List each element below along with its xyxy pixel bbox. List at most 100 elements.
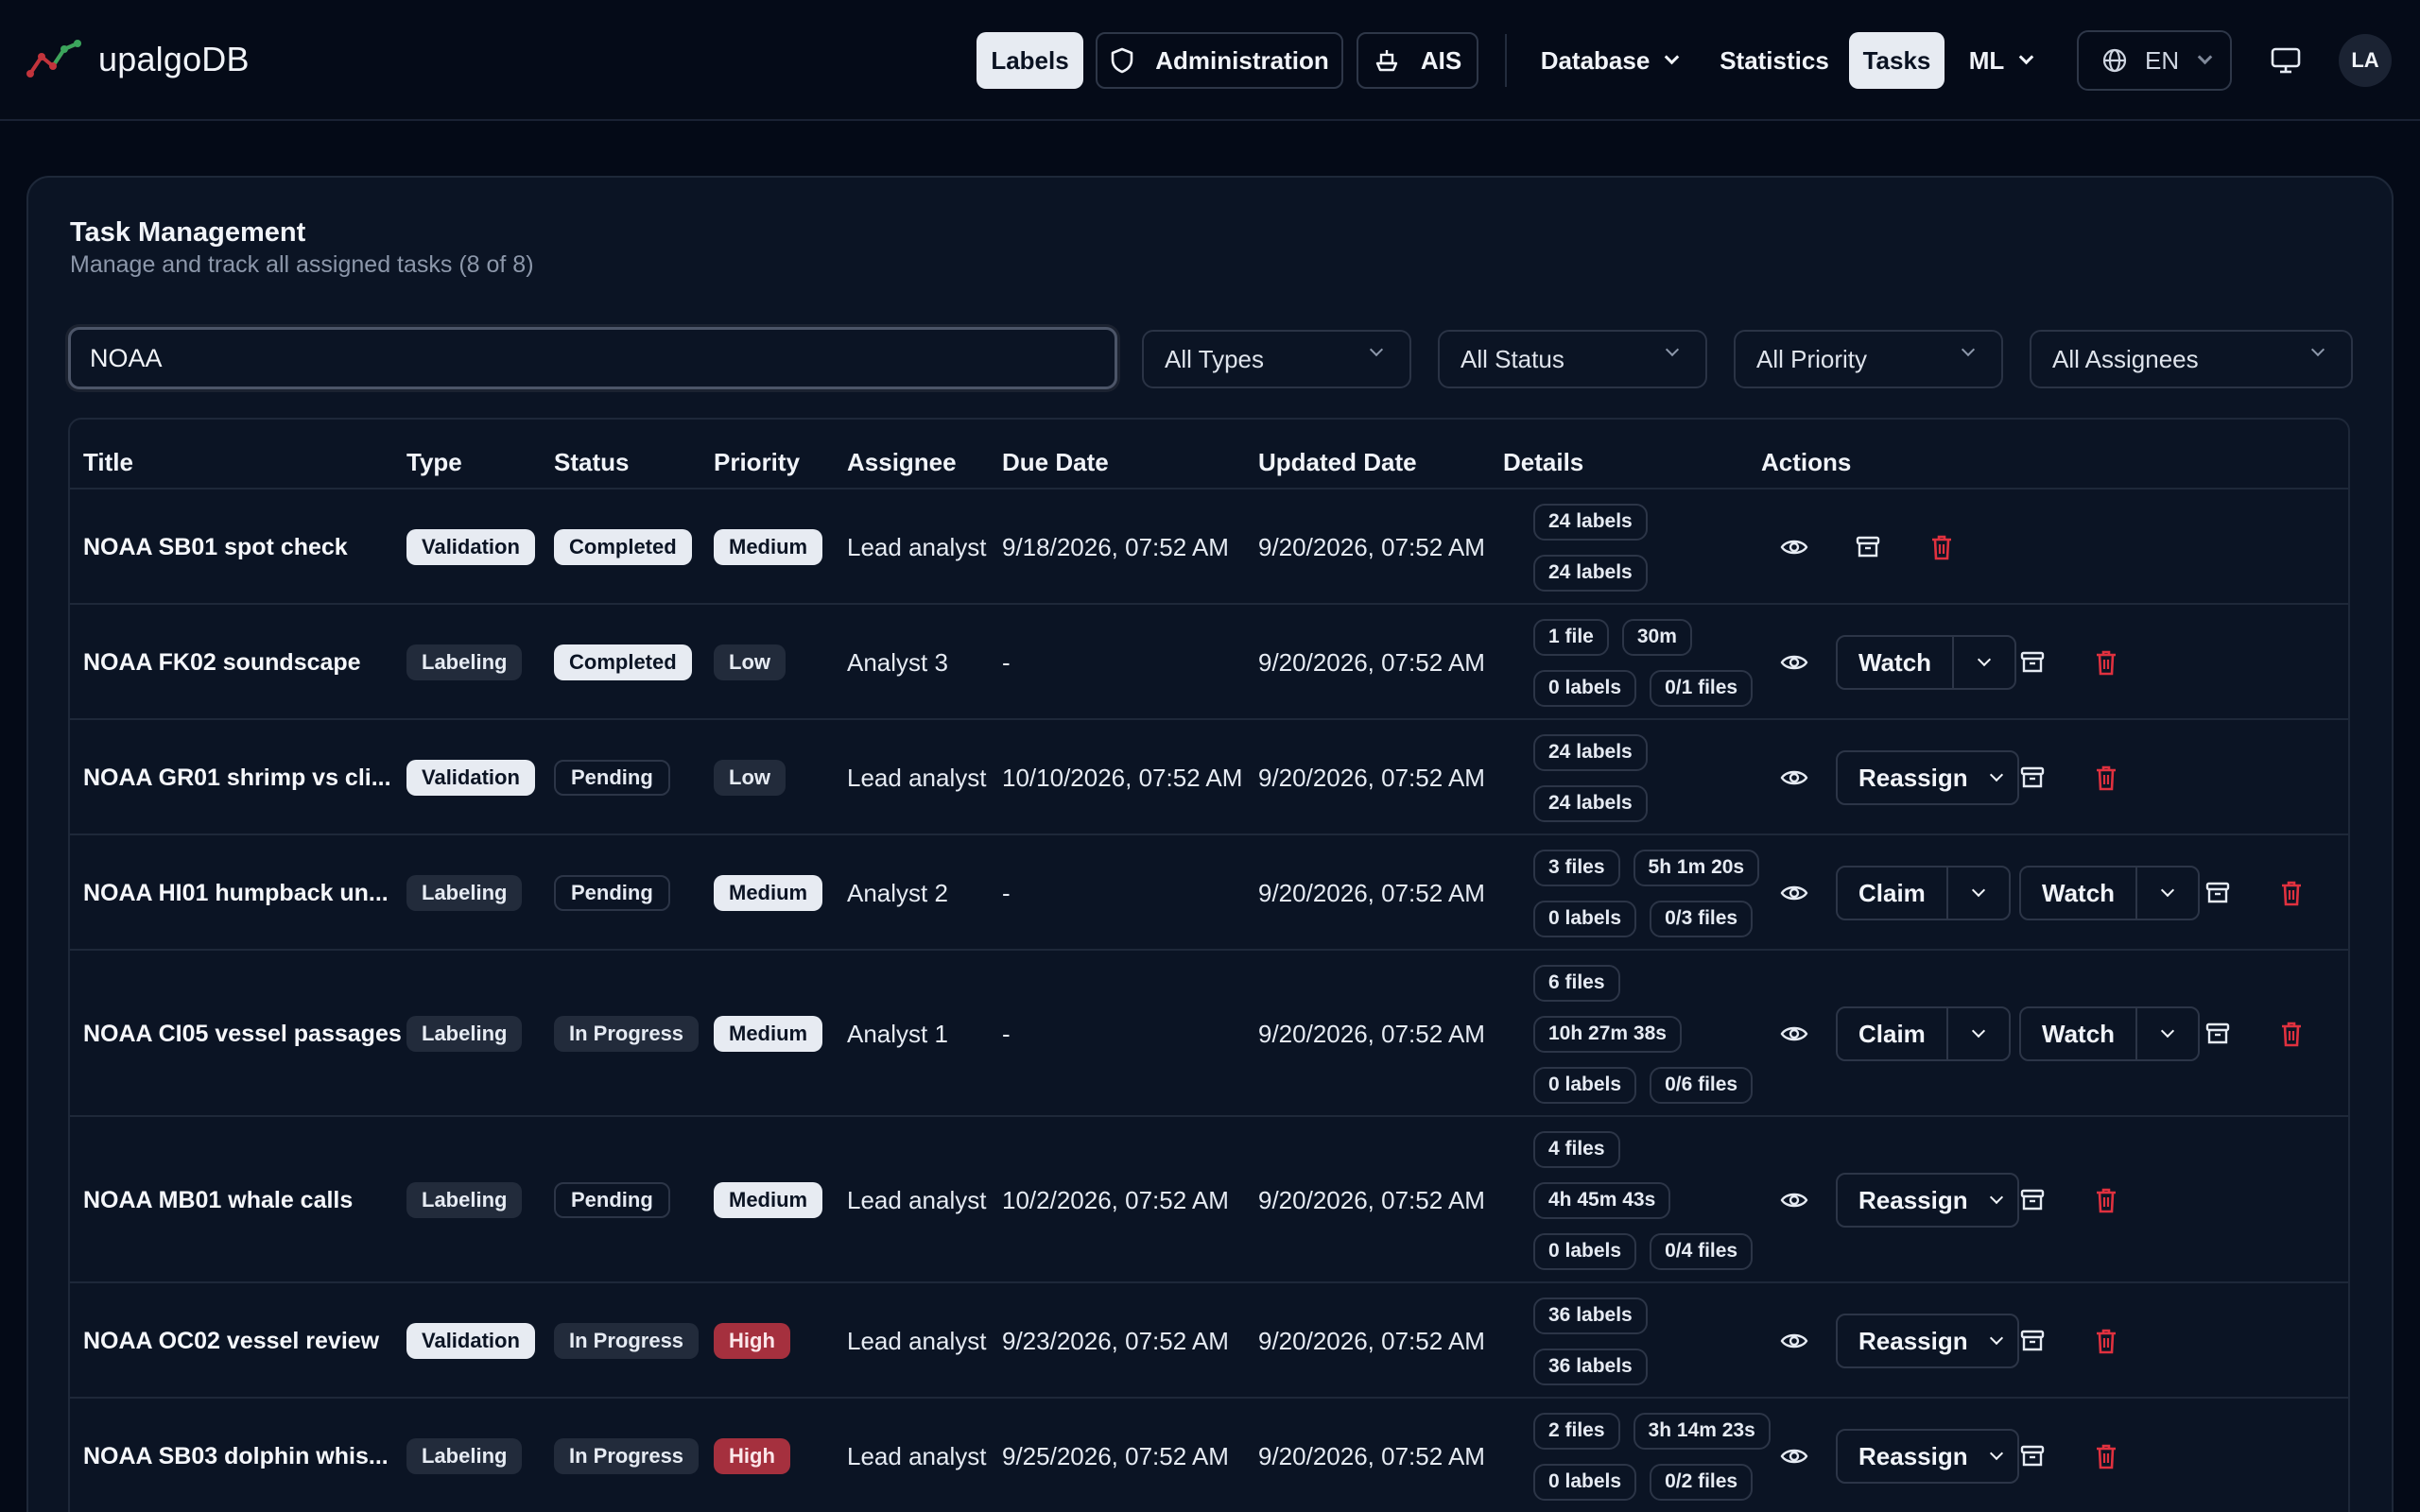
- task-title[interactable]: NOAA GR01 shrimp vs cli...: [83, 720, 391, 835]
- details-chips: 2 files 3h 14m 23s 0 labels 0/2 files: [1533, 1412, 1771, 1501]
- nav-statistics-button[interactable]: Statistics: [1714, 32, 1835, 89]
- watch-split-button[interactable]: Watch: [2019, 1006, 2201, 1061]
- details-chip-row: 36 labels: [1533, 1348, 1648, 1385]
- priority-filter-select[interactable]: All Priority: [1734, 330, 2003, 388]
- archive-icon[interactable]: [2201, 876, 2235, 910]
- monitor-icon[interactable]: [2267, 43, 2305, 77]
- archive-icon[interactable]: [1851, 530, 1885, 564]
- app-logo[interactable]: upalgoDB: [26, 38, 250, 81]
- status-filter-select[interactable]: All Status: [1438, 330, 1707, 388]
- watch-dropdown-toggle[interactable]: [2137, 1008, 2198, 1059]
- chevron-down-icon: [1989, 1446, 2003, 1461]
- watch-split-button[interactable]: Watch: [2019, 866, 2201, 920]
- reassign-dropdown-toggle[interactable]: [1976, 1175, 2017, 1226]
- eye-icon[interactable]: [1777, 530, 1811, 564]
- nav-database-dropdown[interactable]: Database: [1535, 32, 1683, 89]
- updated-date-cell: 9/20/2026, 07:52 AM: [1258, 1441, 1485, 1470]
- trash-icon[interactable]: [2274, 876, 2308, 910]
- chevron-down-icon: [1369, 342, 1384, 357]
- nav-ais-button[interactable]: AIS: [1357, 32, 1478, 89]
- priority-cell: High: [714, 1283, 790, 1399]
- reassign-button[interactable]: Reassign: [1838, 1315, 1976, 1366]
- watch-button[interactable]: Watch: [1838, 637, 1955, 688]
- archive-icon[interactable]: [2015, 1183, 2049, 1217]
- archive-icon[interactable]: [2015, 761, 2049, 795]
- reassign-split-button[interactable]: Reassign: [1836, 1173, 2019, 1228]
- reassign-button[interactable]: Reassign: [1838, 1431, 1976, 1482]
- eye-icon[interactable]: [1777, 645, 1811, 679]
- trash-icon[interactable]: [2274, 1017, 2308, 1051]
- priority-cell: Medium: [714, 1117, 823, 1283]
- trash-icon[interactable]: [2089, 761, 2123, 795]
- chevron-down-icon: [1971, 883, 1985, 898]
- eye-icon[interactable]: [1777, 876, 1811, 910]
- claim-button[interactable]: Claim: [1838, 868, 1948, 919]
- task-title[interactable]: NOAA FK02 soundscape: [83, 605, 361, 720]
- trash-icon[interactable]: [1925, 530, 1959, 564]
- claim-dropdown-toggle[interactable]: [1948, 1008, 2009, 1059]
- details-chips: 24 labels 24 labels: [1533, 733, 1648, 822]
- detail-chip: 4h 45m 43s: [1533, 1181, 1671, 1219]
- task-title[interactable]: NOAA SB03 dolphin whis...: [83, 1399, 389, 1512]
- eye-icon[interactable]: [1777, 1183, 1811, 1217]
- trash-icon[interactable]: [2089, 1439, 2123, 1473]
- detail-chip: 1 file: [1533, 618, 1609, 656]
- watch-button[interactable]: Watch: [2021, 868, 2138, 919]
- priority-badge: High: [714, 1438, 790, 1474]
- archive-icon[interactable]: [2015, 1439, 2049, 1473]
- task-title[interactable]: NOAA HI01 humpback un...: [83, 835, 389, 951]
- detail-chip: 3h 14m 23s: [1633, 1412, 1771, 1450]
- eye-icon[interactable]: [1777, 761, 1811, 795]
- details-chips: 6 files 10h 27m 38s 0 labels 0/6 files: [1533, 964, 1754, 1104]
- reassign-button[interactable]: Reassign: [1838, 1175, 1976, 1226]
- trash-icon[interactable]: [2089, 1183, 2123, 1217]
- reassign-dropdown-toggle[interactable]: [1976, 752, 2017, 803]
- type-filter-select[interactable]: All Types: [1142, 330, 1411, 388]
- task-title[interactable]: NOAA OC02 vessel review: [83, 1283, 379, 1399]
- watch-dropdown-toggle[interactable]: [2137, 868, 2198, 919]
- reassign-split-button[interactable]: Reassign: [1836, 750, 2019, 805]
- reassign-split-button[interactable]: Reassign: [1836, 1429, 2019, 1484]
- shield-icon: [1110, 47, 1134, 74]
- nav-ml-dropdown[interactable]: ML: [1957, 32, 2044, 89]
- due-date-cell: -: [1002, 647, 1011, 677]
- archive-icon[interactable]: [2015, 1324, 2049, 1358]
- language-selector[interactable]: EN: [2077, 30, 2232, 91]
- watch-split-button[interactable]: Watch: [1836, 635, 2017, 690]
- claim-dropdown-toggle[interactable]: [1948, 868, 2009, 919]
- chevron-down-icon: [2160, 1023, 2175, 1039]
- trash-icon[interactable]: [2089, 1324, 2123, 1358]
- nav-administration-label: Administration: [1155, 45, 1329, 75]
- claim-button[interactable]: Claim: [1838, 1008, 1948, 1059]
- task-title[interactable]: NOAA MB01 whale calls: [83, 1117, 353, 1283]
- task-title[interactable]: NOAA SB01 spot check: [83, 490, 348, 605]
- nav-administration-button[interactable]: Administration: [1096, 32, 1343, 89]
- assignee-filter-select[interactable]: All Assignees: [2030, 330, 2353, 388]
- globe-icon: [2101, 47, 2128, 74]
- claim-split-button[interactable]: Claim: [1836, 1006, 2011, 1061]
- due-date-cell: 10/10/2026, 07:52 AM: [1002, 763, 1243, 792]
- task-title[interactable]: NOAA CI05 vessel passages: [83, 951, 402, 1117]
- watch-dropdown-toggle[interactable]: [1954, 637, 2014, 688]
- eye-icon[interactable]: [1777, 1324, 1811, 1358]
- status-badge: Pending: [554, 1182, 670, 1218]
- user-avatar[interactable]: LA: [2339, 34, 2392, 87]
- eye-icon[interactable]: [1777, 1439, 1811, 1473]
- detail-chip: 0 labels: [1533, 1463, 1637, 1501]
- reassign-button[interactable]: Reassign: [1838, 752, 1976, 803]
- reassign-dropdown-toggle[interactable]: [1976, 1431, 2017, 1482]
- assignee-cell: Analyst 1: [847, 1019, 948, 1048]
- reassign-dropdown-toggle[interactable]: [1976, 1315, 2017, 1366]
- nav-tasks-button[interactable]: Tasks: [1849, 32, 1945, 89]
- reassign-split-button[interactable]: Reassign: [1836, 1314, 2019, 1368]
- trash-icon[interactable]: [2089, 645, 2123, 679]
- nav-labels-button[interactable]: Labels: [977, 32, 1083, 89]
- watch-button[interactable]: Watch: [2021, 1008, 2138, 1059]
- details-chip-row: 24 labels: [1533, 554, 1648, 592]
- archive-icon[interactable]: [2201, 1017, 2235, 1051]
- updated-date-cell: 9/20/2026, 07:52 AM: [1258, 1326, 1485, 1355]
- search-input[interactable]: [68, 327, 1117, 389]
- archive-icon[interactable]: [2015, 645, 2049, 679]
- eye-icon[interactable]: [1777, 1017, 1811, 1051]
- claim-split-button[interactable]: Claim: [1836, 866, 2011, 920]
